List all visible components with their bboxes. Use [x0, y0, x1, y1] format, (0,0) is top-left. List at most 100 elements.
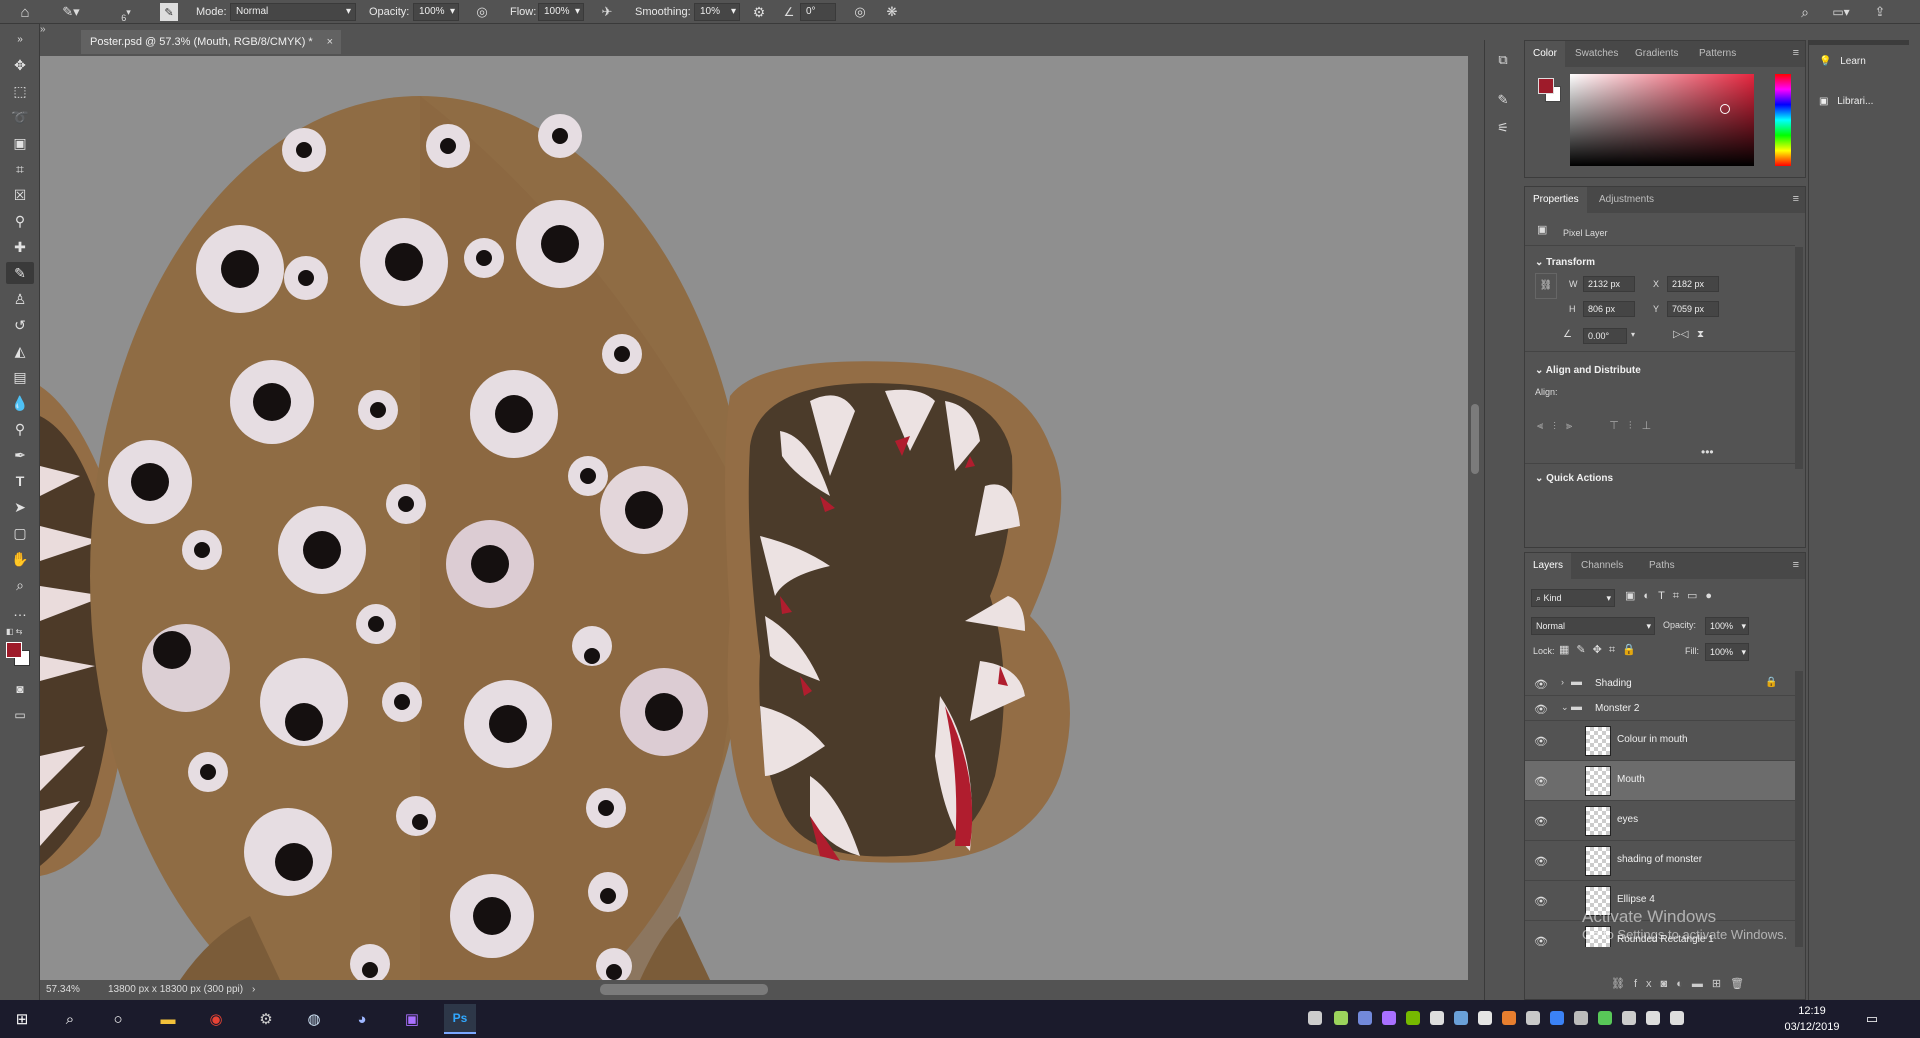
workspace-icon[interactable]: ▭▾: [1826, 2, 1856, 22]
link-layers-icon[interactable]: ⛓: [1611, 978, 1634, 990]
trash-icon[interactable]: 🗑: [1730, 978, 1753, 990]
lock-position-icon[interactable]: ✥: [1593, 644, 1609, 656]
filter-toggle-icon[interactable]: ●: [1705, 590, 1720, 602]
lasso-tool-icon[interactable]: ➰: [6, 106, 34, 128]
tab-channels[interactable]: Channels: [1581, 553, 1623, 579]
tray-icon[interactable]: [1382, 1011, 1396, 1025]
layer-row[interactable]: 👁 shading of monster: [1525, 841, 1795, 881]
panel-menu-icon[interactable]: ≡: [1793, 47, 1799, 59]
eye-icon[interactable]: 👁: [1534, 935, 1548, 947]
align-center-h-icon[interactable]: ⫶: [1553, 420, 1566, 432]
discord-icon[interactable]: ◕: [346, 1004, 378, 1034]
chevron-right-icon[interactable]: ›: [252, 980, 255, 1000]
notifications-icon[interactable]: ▭: [1856, 1004, 1888, 1034]
angle-field[interactable]: 0.00°: [1583, 328, 1627, 344]
tray-icon[interactable]: [1478, 1011, 1492, 1025]
more-tools-icon[interactable]: …: [6, 600, 34, 622]
chevron-down-icon[interactable]: ⌄: [1561, 702, 1569, 713]
width-field[interactable]: 2132 px: [1583, 276, 1635, 292]
foreground-color-swatch[interactable]: [1538, 78, 1554, 94]
angle-field[interactable]: 0°: [800, 3, 836, 21]
document-tab[interactable]: Poster.psd @ 57.3% (Mouth, RGB/8/CMYK) *…: [81, 30, 341, 54]
frame-tool-icon[interactable]: ☒: [6, 184, 34, 206]
x-field[interactable]: 2182 px: [1667, 276, 1719, 292]
pen-tool-icon[interactable]: ✒: [6, 444, 34, 466]
layer-row[interactable]: 👁 eyes: [1525, 801, 1795, 841]
align-right-icon[interactable]: ⫸: [1566, 420, 1582, 432]
share-icon[interactable]: ⇪: [1870, 2, 1890, 22]
chevron-down-icon[interactable]: ▾: [1631, 330, 1635, 339]
close-icon[interactable]: ×: [327, 30, 333, 54]
settings-icon[interactable]: ⚙: [250, 1004, 282, 1034]
align-bottom-icon[interactable]: ⊥: [1642, 420, 1662, 432]
hue-slider[interactable]: [1775, 74, 1791, 166]
tab-swatches[interactable]: Swatches: [1575, 41, 1618, 67]
tab-adjustments[interactable]: Adjustments: [1599, 187, 1654, 213]
volume-icon[interactable]: [1670, 1011, 1684, 1025]
tab-color[interactable]: Color: [1525, 41, 1565, 67]
height-field[interactable]: 806 px: [1583, 301, 1635, 317]
lock-icons[interactable]: ▦✎✥⌗🔒: [1559, 643, 1643, 657]
eyedropper-tool-icon[interactable]: ⚲: [6, 210, 34, 232]
new-group-icon[interactable]: ▬: [1692, 978, 1712, 990]
shape-filter-icon[interactable]: ⌗: [1673, 590, 1687, 602]
type-tool-icon[interactable]: T: [6, 470, 34, 492]
artwork-canvas[interactable]: [40, 56, 1468, 980]
lock-paint-icon[interactable]: ✎: [1576, 644, 1592, 656]
tray-icon[interactable]: [1598, 1011, 1612, 1025]
image-filter-icon[interactable]: ▣: [1625, 590, 1643, 602]
layer-row-selected[interactable]: 👁 Mouth: [1525, 761, 1795, 801]
steam-icon[interactable]: ◍: [298, 1004, 330, 1034]
photoshop-taskbar-icon[interactable]: Ps: [444, 1004, 476, 1034]
horizontal-scrollbar[interactable]: [600, 984, 768, 995]
marquee-tool-icon[interactable]: ⬚: [6, 80, 34, 102]
panel-menu-icon[interactable]: ≡: [1793, 193, 1799, 205]
libraries-button[interactable]: ▣ Librari...: [1819, 90, 1905, 114]
align-section-title[interactable]: ⌄ Align and Distribute: [1535, 365, 1641, 376]
pressure-size-icon[interactable]: ◎: [850, 2, 870, 22]
rectangle-tool-icon[interactable]: ▢: [6, 522, 34, 544]
adjustment-filter-icon[interactable]: ◐: [1643, 590, 1658, 602]
tab-patterns[interactable]: Patterns: [1699, 41, 1736, 67]
healing-brush-tool-icon[interactable]: ✚: [6, 236, 34, 258]
tray-icon[interactable]: [1454, 1011, 1468, 1025]
tray-icon[interactable]: [1526, 1011, 1540, 1025]
layer-row[interactable]: 👁 Colour in mouth: [1525, 721, 1795, 761]
foreground-color-swatch[interactable]: [6, 642, 22, 658]
collapse-arrows-icon[interactable]: »: [6, 28, 34, 50]
eye-icon[interactable]: 👁: [1534, 855, 1548, 868]
align-left-icon[interactable]: ⫷: [1537, 420, 1553, 432]
tray-icon[interactable]: [1622, 1011, 1636, 1025]
new-layer-icon[interactable]: ⊞: [1712, 978, 1730, 990]
windows-start-icon[interactable]: ⊞: [6, 1004, 38, 1034]
opacity-field[interactable]: 100% ▾: [413, 3, 459, 21]
fx-icon[interactable]: fx: [1634, 978, 1661, 990]
flip-vertical-icon[interactable]: ⧗: [1697, 329, 1704, 340]
gradient-tool-icon[interactable]: ▤: [6, 366, 34, 388]
eye-icon[interactable]: 👁: [1534, 895, 1548, 908]
tab-layers[interactable]: Layers: [1525, 553, 1572, 579]
history-panel-icon[interactable]: ⧉: [1491, 50, 1515, 70]
search-icon[interactable]: ⌕: [54, 1004, 86, 1034]
brush-settings-icon[interactable]: ✎: [160, 3, 178, 21]
learn-button[interactable]: 💡 Learn: [1819, 50, 1905, 74]
network-icon[interactable]: [1646, 1011, 1660, 1025]
tray-icon[interactable]: [1308, 1011, 1322, 1025]
lock-artboard-icon[interactable]: ⌗: [1609, 644, 1622, 656]
transform-section-title[interactable]: ⌄ Transform: [1535, 257, 1595, 268]
flip-horizontal-icon[interactable]: ▷◁: [1673, 329, 1688, 340]
adjust-panel-icon[interactable]: ⚟: [1491, 118, 1515, 138]
tray-icon[interactable]: [1334, 1011, 1348, 1025]
twitch-icon[interactable]: ▣: [396, 1004, 428, 1034]
align-middle-v-icon[interactable]: ⫶: [1629, 420, 1642, 432]
airbrush-icon[interactable]: ✈: [597, 2, 617, 22]
mode-select[interactable]: Normal ▾: [230, 3, 356, 21]
smoothing-field[interactable]: 10% ▾: [694, 3, 740, 21]
eye-icon[interactable]: 👁: [1534, 815, 1548, 828]
layer-group-row[interactable]: 👁 ⌄ ▬ Monster 2: [1525, 696, 1795, 721]
smart-object-filter-icon[interactable]: ▭: [1687, 590, 1705, 602]
eye-icon[interactable]: 👁: [1534, 775, 1548, 788]
type-filter-icon[interactable]: T: [1658, 590, 1673, 602]
tray-icon[interactable]: [1430, 1011, 1444, 1025]
eye-icon[interactable]: 👁: [1534, 703, 1548, 716]
